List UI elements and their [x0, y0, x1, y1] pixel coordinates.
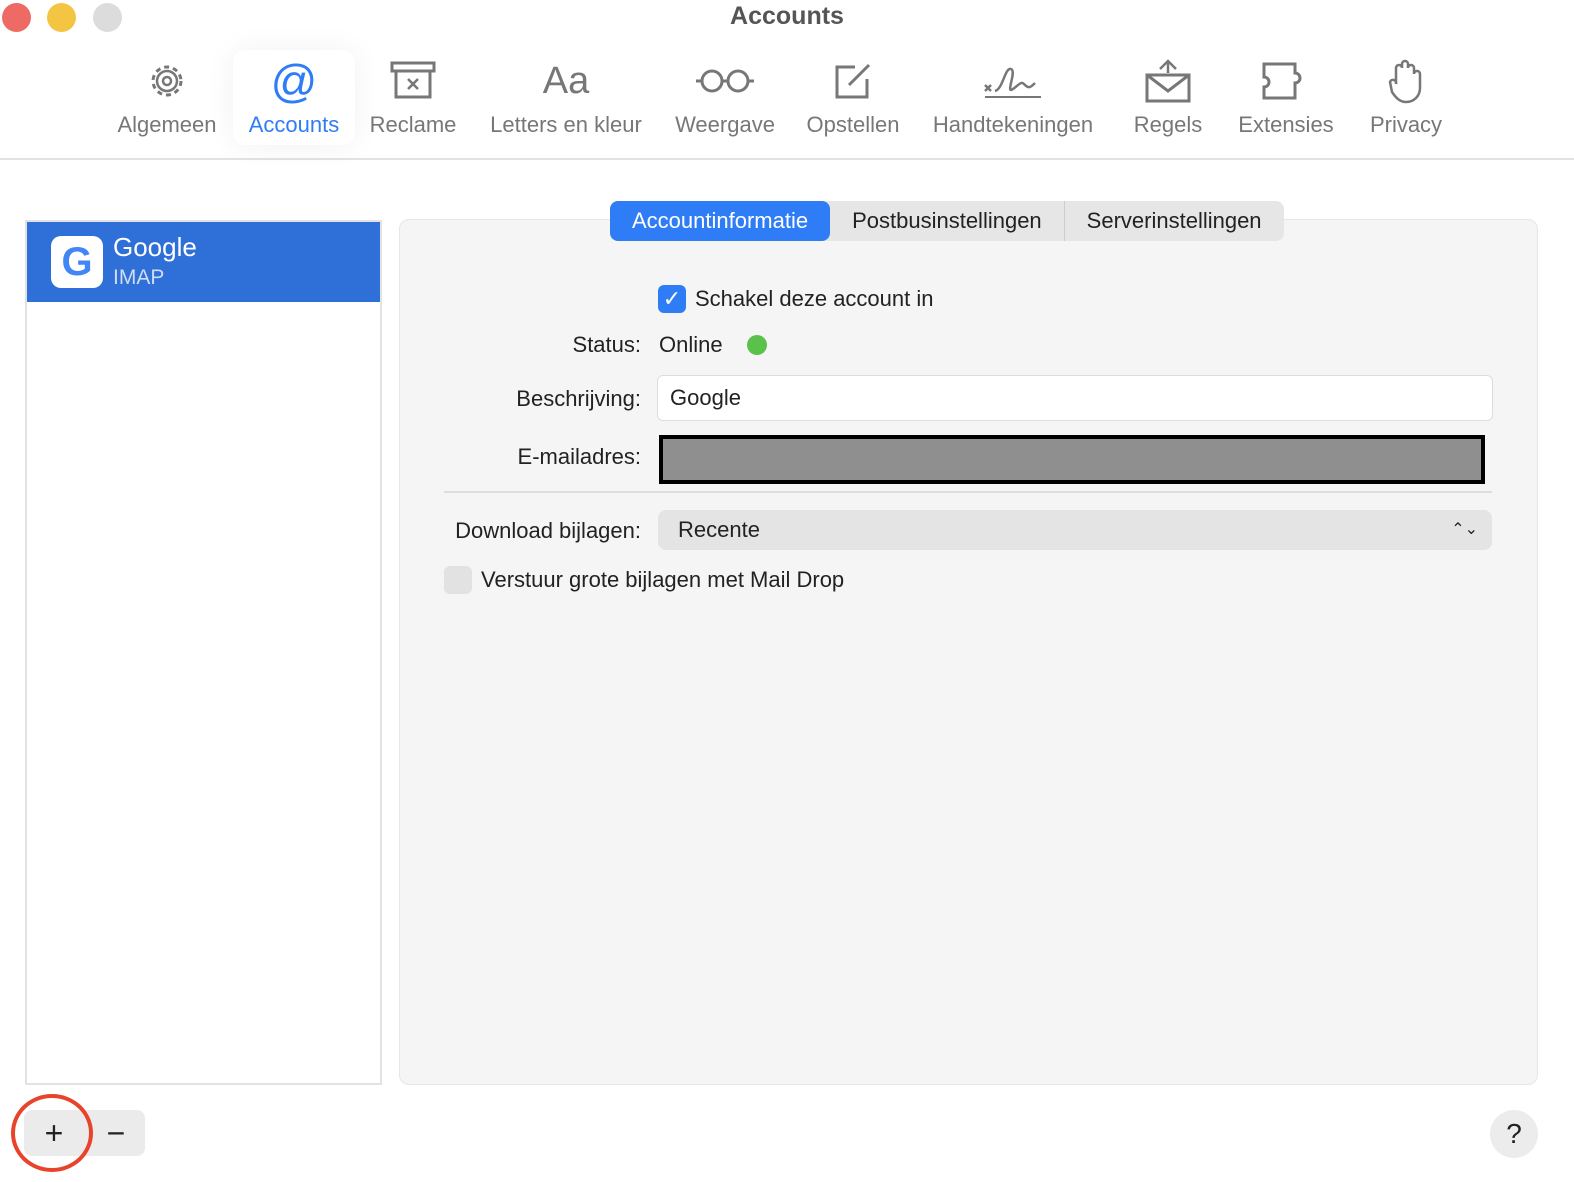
tab-label: Accounts: [248, 112, 340, 137]
email-input-redacted[interactable]: [659, 435, 1485, 484]
account-list: G Google IMAP: [25, 220, 382, 1085]
tab-accountinformatie[interactable]: Accountinformatie: [610, 201, 831, 241]
tab-label: Algemeen: [117, 112, 217, 137]
font-icon: Aa: [542, 59, 590, 102]
tab-algemeen[interactable]: Algemeen: [108, 50, 226, 145]
enable-account-checkbox[interactable]: ✓: [658, 285, 686, 313]
tab-accounts[interactable]: @ Accounts: [233, 50, 355, 145]
tab-regels[interactable]: Regels: [1124, 50, 1212, 145]
tab-label: Extensies: [1238, 112, 1334, 137]
download-attachments-select[interactable]: Recente ⌃⌄: [658, 510, 1492, 550]
tab-reclame[interactable]: Reclame: [362, 50, 464, 145]
google-logo-icon: G: [51, 236, 103, 288]
download-attachments-label: Download bijlagen:: [455, 518, 641, 543]
maildrop-label: Verstuur grote bijlagen met Mail Drop: [481, 567, 845, 592]
status-label: Status:: [572, 332, 641, 357]
tab-extensies[interactable]: Extensies: [1230, 50, 1342, 145]
description-input[interactable]: Google: [657, 375, 1493, 421]
hand-icon: [1360, 50, 1452, 112]
select-value: Recente: [678, 517, 760, 542]
tab-opstellen[interactable]: Opstellen: [797, 50, 909, 145]
help-button[interactable]: ?: [1490, 1110, 1538, 1158]
rules-envelope-icon: [1124, 50, 1212, 112]
tab-label: Handtekeningen: [932, 112, 1094, 137]
remove-account-button[interactable]: −: [86, 1110, 146, 1156]
tab-serverinstellingen[interactable]: Serverinstellingen: [1065, 201, 1284, 241]
tab-label: Opstellen: [806, 112, 900, 137]
window-title: Accounts: [730, 2, 844, 30]
account-name: Google: [113, 232, 197, 262]
maildrop-checkbox[interactable]: [444, 566, 472, 594]
tab-weergave[interactable]: Weergave: [668, 50, 782, 145]
account-item-google[interactable]: G Google IMAP: [27, 222, 380, 302]
tab-label: Weergave: [675, 112, 775, 137]
junk-bin-icon: [362, 50, 464, 112]
account-type: IMAP: [113, 266, 165, 289]
status-online-indicator: [747, 335, 767, 355]
tab-handtekeningen[interactable]: Handtekeningen: [924, 50, 1102, 145]
tab-letters-en-kleur[interactable]: Aa Letters en kleur: [480, 50, 652, 145]
email-label: E-mailadres:: [517, 444, 641, 469]
toolbar: Algemeen @ Accounts Reclame Aa Letters en …: [0, 50, 1574, 160]
highlight-circle: [11, 1094, 93, 1172]
segmented-tabs: Accountinformatie Postbusinstellingen Se…: [610, 201, 1284, 241]
tab-label: Letters en kleur: [490, 112, 642, 137]
enable-account-label: Schakel deze account in: [695, 286, 934, 311]
status-value: Online: [659, 332, 723, 357]
glasses-icon: [668, 50, 782, 112]
at-icon: @: [270, 55, 318, 107]
tab-label: Regels: [1133, 112, 1203, 137]
puzzle-icon: [1230, 50, 1342, 112]
tab-postbusinstellingen[interactable]: Postbusinstellingen: [830, 201, 1065, 241]
tab-label: Privacy: [1369, 112, 1443, 137]
divider: [444, 491, 1492, 493]
description-label: Beschrijving:: [516, 386, 641, 411]
chevron-updown-icon: ⌃⌄: [1451, 521, 1478, 538]
tab-label: Reclame: [369, 112, 457, 137]
compose-icon: [797, 50, 909, 112]
gear-icon: [108, 50, 226, 112]
tab-privacy[interactable]: Privacy: [1360, 50, 1452, 145]
signature-icon: [924, 50, 1102, 112]
